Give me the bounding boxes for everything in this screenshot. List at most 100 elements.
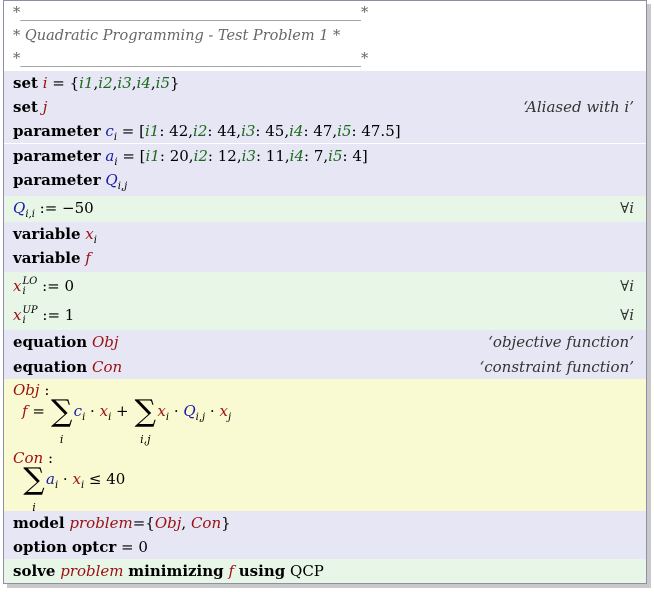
term-x: x	[99, 402, 109, 420]
bound-rhs: := 0	[37, 277, 75, 295]
set-member: i5	[155, 74, 171, 92]
model-statement: model problem={Obj, Con}	[4, 511, 646, 535]
keyword-minimizing: minimizing	[128, 562, 224, 580]
eq-con-declaration: equation Con ‘constraint function’	[4, 355, 646, 379]
param-subscript: i,j	[117, 181, 128, 192]
keyword-set: set	[13, 74, 38, 92]
keyword-parameter: parameter	[13, 122, 101, 140]
entry-key: i4	[289, 147, 305, 165]
equation-definitions: Obj : f = ∑ i ci · xi + ∑ i,j xi · Qi,j · xj…	[4, 379, 646, 515]
keyword-parameter: parameter	[13, 147, 101, 165]
set-member: i3	[117, 74, 132, 92]
entry-key: i5	[328, 147, 343, 165]
equation-name: Con	[91, 358, 123, 376]
param-subscript: i	[114, 157, 118, 168]
sum-sign: ∑	[134, 394, 157, 429]
dot-operator: ·	[58, 470, 73, 488]
entry-key: i4	[289, 122, 304, 140]
variable-name: x	[85, 225, 94, 243]
var-f-declaration: variable f	[4, 246, 646, 272]
variable-name: x	[13, 277, 22, 295]
model-document: *_______________________________________…	[3, 0, 647, 584]
solve-model-name: problem	[60, 562, 124, 580]
option-rhs: = 0	[116, 538, 148, 556]
forall-label: ∀i	[620, 199, 634, 217]
entry-key: i2	[193, 122, 208, 140]
dot-operator: ·	[169, 402, 184, 420]
term-c: c	[73, 402, 83, 420]
bound-rhs: := 1	[37, 306, 75, 324]
header-title: * Quadratic Programming - Test Problem 1…	[13, 28, 341, 44]
entry-value: 44	[217, 122, 237, 140]
param-subscript: i,i	[25, 209, 35, 220]
keyword-parameter: parameter	[13, 171, 101, 189]
entry-value: 47	[313, 122, 333, 140]
entry-value: 42	[169, 122, 189, 140]
solve-model-type: QCP	[290, 562, 324, 580]
entry-key: i3	[241, 122, 256, 140]
keyword-equation: equation	[13, 358, 88, 376]
param-c-declaration: parameter ci = [i1: 42,i2: 44,i3: 45,i4:…	[4, 119, 646, 143]
entry-key: i5	[337, 122, 352, 140]
variable-name: x	[13, 306, 22, 324]
set-member: i2	[98, 74, 113, 92]
entry-value: 7	[313, 147, 324, 165]
eq-obj-comment: ‘objective function’	[488, 333, 634, 351]
option-statement: option optcr = 0	[4, 535, 646, 559]
frame-shadow-right	[647, 4, 651, 588]
constraint-rhs: ≤ 40	[84, 470, 126, 488]
set-i-declaration: set i = {i1,i2,i3,i4,i5}	[4, 71, 646, 95]
param-name: Q	[13, 199, 26, 217]
entry-value: 12	[217, 147, 237, 165]
model-name: problem	[69, 514, 133, 532]
plus-operator: +	[111, 402, 134, 420]
keyword-option: option	[13, 538, 68, 556]
set-name: j	[42, 98, 48, 116]
param-name: c	[105, 122, 114, 140]
term-x: x	[219, 402, 228, 420]
entry-value: 47.5	[361, 122, 395, 140]
variable-name: f	[85, 249, 91, 267]
set-eq: = {	[47, 74, 80, 92]
assignment-rhs: := −50	[34, 199, 94, 217]
term-a: a	[46, 470, 55, 488]
model-close: }	[221, 514, 231, 532]
sum-index: i	[59, 433, 64, 446]
solve-statement: solve problem minimizing f using QCP	[4, 559, 646, 583]
formula-eq: =	[27, 402, 50, 420]
sum-index: i,j	[140, 433, 151, 446]
dot-operator: ·	[85, 402, 100, 420]
entry-key: i3	[241, 147, 256, 165]
entry-value: 4	[352, 147, 362, 165]
keyword-equation: equation	[13, 333, 88, 351]
keyword-solve: solve	[13, 562, 56, 580]
header-rule-top: *_______________________________________…	[13, 5, 369, 21]
term-subscript: j	[227, 412, 232, 423]
param-Q-declaration: parameter Qi,j	[4, 168, 646, 196]
entry-key: i1	[144, 122, 160, 140]
variable-subscript: i	[93, 235, 97, 246]
param-subscript: i	[113, 132, 118, 143]
entry-value: 20	[169, 147, 189, 165]
var-x-declaration: variable xi	[4, 222, 646, 246]
entry-key: i2	[193, 147, 208, 165]
bound-lo: xLO i := 0 ∀i	[13, 272, 646, 301]
Q-assignment: Qi,i := −50 ∀i	[4, 196, 646, 222]
entry-value: 11	[265, 147, 285, 165]
sum-sign: ∑	[23, 462, 45, 497]
eq-obj-declaration: equation Obj ‘objective function’	[4, 330, 646, 355]
equation-name: Obj	[91, 333, 119, 351]
frame-shadow-bottom	[7, 584, 651, 588]
bound-subscript: i	[22, 315, 26, 326]
set-j-declaration: set j ‘Aliased with i’	[4, 95, 646, 119]
keyword-variable: variable	[13, 249, 81, 267]
option-name: optcr	[71, 538, 117, 556]
bound-subscript: i	[22, 286, 26, 297]
solve-objective-var: f	[228, 562, 234, 580]
bounds-block: xLO i := 0 ∀i xUP i := 1 ∀i	[4, 272, 646, 330]
def-con-formula: ∑ i ai · xi ≤ 40	[22, 462, 126, 515]
forall-label: ∀i	[620, 306, 634, 324]
eq-con-comment: ‘constraint function’	[479, 358, 634, 376]
param-name: Q	[105, 171, 118, 189]
model-member: Obj	[154, 514, 182, 532]
